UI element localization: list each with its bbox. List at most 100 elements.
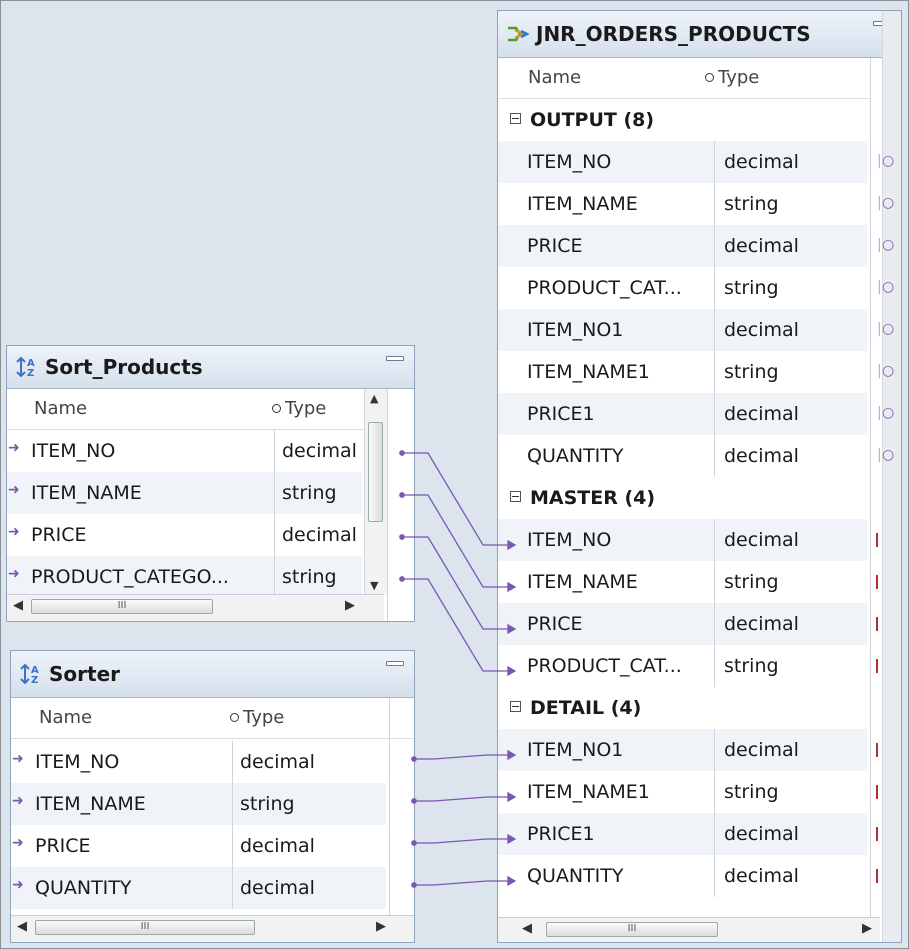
- table-row[interactable]: QUANTITY decimal: [498, 855, 878, 897]
- sort-products-hscroll[interactable]: ◀ III ▶: [7, 594, 384, 621]
- scroll-right-icon[interactable]: ▶: [862, 921, 872, 936]
- collapse-icon[interactable]: [510, 491, 521, 502]
- scroll-up-icon[interactable]: ▲: [370, 392, 378, 405]
- sorter-col-type: Type: [243, 707, 285, 728]
- port-type: decimal: [724, 151, 799, 173]
- port-name: PRICE: [527, 235, 583, 257]
- table-row[interactable]: ITEM_NO decimal ➜: [7, 430, 362, 472]
- scroll-left-icon[interactable]: ◀: [17, 919, 27, 934]
- sort-products-column-header: Name Type: [7, 389, 384, 430]
- input-port-marker: [876, 869, 878, 883]
- port-dot-icon: |: [877, 363, 882, 379]
- table-row[interactable]: PRICE decimal ➜: [7, 514, 362, 556]
- sort-products-minimize-button[interactable]: [386, 356, 404, 361]
- input-port-marker: [876, 575, 878, 589]
- table-row[interactable]: ITEM_NO decimal | ○: [498, 141, 894, 183]
- table-row[interactable]: PRODUCT_CATEGO... string ➜: [7, 556, 362, 598]
- joiner-group-0[interactable]: OUTPUT (8): [498, 99, 901, 141]
- port-name: QUANTITY: [527, 445, 624, 467]
- joiner-column-header: Name Type: [498, 58, 901, 99]
- joiner-transformation[interactable]: JNR_ORDERS_PRODUCTS Name Type OUTPUT (8)…: [497, 10, 902, 943]
- port-name: PRICE: [31, 524, 87, 546]
- input-port-marker: [876, 659, 878, 673]
- joiner-arrows-icon: [506, 24, 530, 44]
- table-row[interactable]: QUANTITY decimal | ○: [498, 435, 894, 477]
- port-type: string: [724, 571, 779, 593]
- sort-products-vscroll-thumb[interactable]: [368, 422, 383, 522]
- input-arrow-icon: ➜: [12, 793, 24, 809]
- output-port-icon: ○: [882, 279, 895, 295]
- port-name: PRODUCT_CAT...: [527, 277, 682, 299]
- table-row[interactable]: ITEM_NAME1 string: [498, 771, 878, 813]
- table-row[interactable]: PRODUCT_CAT... string: [498, 645, 878, 687]
- input-arrow-icon: ➜: [8, 566, 20, 582]
- table-row[interactable]: PRICE decimal ➜: [11, 825, 386, 867]
- sort-products-transformation[interactable]: A Z Sort_Products Name Type ITEM_NO decim…: [6, 345, 415, 622]
- table-row[interactable]: PRICE decimal | ○: [498, 225, 894, 267]
- collapse-icon[interactable]: [510, 113, 521, 124]
- port-type: string: [282, 566, 337, 588]
- output-port-icon: ○: [882, 363, 895, 379]
- output-port-icon: ○: [882, 153, 895, 169]
- input-port-marker: [876, 743, 878, 757]
- sorter-minimize-button[interactable]: [386, 661, 404, 666]
- scroll-left-icon[interactable]: ◀: [522, 921, 532, 936]
- sort-products-title-bar[interactable]: A Z Sort_Products: [7, 346, 414, 389]
- table-row[interactable]: ITEM_NAME string: [498, 561, 878, 603]
- table-row[interactable]: ITEM_NAME string ➜: [7, 472, 362, 514]
- sorter-transformation[interactable]: A Z Sorter Name Type ITEM_NO decimal ➜ ITEM…: [10, 650, 415, 943]
- table-row[interactable]: PRICE1 decimal | ○: [498, 393, 894, 435]
- port-type: decimal: [724, 319, 799, 341]
- sort-products-vscroll[interactable]: ▲ ▼: [364, 389, 387, 595]
- port-dot-icon: |: [877, 279, 882, 295]
- port-type: decimal: [724, 865, 799, 887]
- sort-products-col-name: Name: [34, 398, 88, 419]
- scroll-down-icon[interactable]: ▼: [370, 579, 378, 592]
- joiner-group-1[interactable]: MASTER (4): [498, 477, 901, 519]
- port-type: string: [724, 193, 779, 215]
- sorter-hscroll[interactable]: ◀ III ▶: [11, 915, 414, 942]
- table-row[interactable]: ITEM_NO1 decimal: [498, 729, 878, 771]
- joiner-title-bar[interactable]: JNR_ORDERS_PRODUCTS: [498, 11, 901, 58]
- sorter-hscroll-thumb[interactable]: III: [35, 920, 255, 935]
- joiner-hscroll-thumb[interactable]: III: [546, 922, 718, 937]
- scroll-right-icon[interactable]: ▶: [376, 919, 386, 934]
- port-type: decimal: [724, 529, 799, 551]
- scroll-right-icon[interactable]: ▶: [345, 598, 355, 613]
- sorter-col-name: Name: [39, 707, 93, 728]
- table-row[interactable]: ITEM_NO decimal: [498, 519, 878, 561]
- column-dot-icon: [230, 713, 239, 722]
- table-row[interactable]: ITEM_NAME string ➜: [11, 783, 386, 825]
- collapse-icon[interactable]: [510, 701, 521, 712]
- table-row[interactable]: ITEM_NAME1 string | ○: [498, 351, 894, 393]
- sort-az-icon: A Z: [15, 356, 39, 378]
- port-name: PRICE: [35, 835, 91, 857]
- sort-products-col-type: Type: [285, 398, 327, 419]
- table-row[interactable]: PRICE1 decimal: [498, 813, 878, 855]
- input-port-marker: [876, 617, 878, 631]
- table-row[interactable]: PRODUCT_CAT... string | ○: [498, 267, 894, 309]
- output-port-icon: ○: [882, 195, 895, 211]
- table-row[interactable]: ITEM_NO1 decimal | ○: [498, 309, 894, 351]
- table-row[interactable]: QUANTITY decimal ➜: [11, 867, 386, 909]
- sorter-title-bar[interactable]: A Z Sorter: [11, 651, 414, 698]
- sort-products-hscroll-thumb[interactable]: III: [31, 599, 213, 614]
- column-dot-icon: [705, 73, 714, 82]
- joiner-title: JNR_ORDERS_PRODUCTS: [536, 22, 811, 46]
- sorter-title: Sorter: [49, 662, 120, 686]
- input-port-marker: [876, 533, 878, 547]
- port-type: decimal: [240, 751, 315, 773]
- port-name: ITEM_NAME: [31, 482, 142, 504]
- table-row[interactable]: PRICE decimal: [498, 603, 878, 645]
- port-name: ITEM_NAME: [527, 193, 638, 215]
- table-row[interactable]: ITEM_NO decimal ➜: [11, 741, 386, 783]
- scroll-left-icon[interactable]: ◀: [13, 598, 23, 613]
- port-name: ITEM_NO: [527, 529, 612, 551]
- port-name: ITEM_NO: [527, 151, 612, 173]
- joiner-group-2[interactable]: DETAIL (4): [498, 687, 901, 729]
- joiner-hscroll[interactable]: ◀ III ▶: [498, 917, 880, 942]
- output-port-icon: ○: [882, 447, 895, 463]
- port-dot-icon: |: [877, 447, 882, 463]
- table-row[interactable]: ITEM_NAME string | ○: [498, 183, 894, 225]
- port-type: string: [724, 361, 779, 383]
